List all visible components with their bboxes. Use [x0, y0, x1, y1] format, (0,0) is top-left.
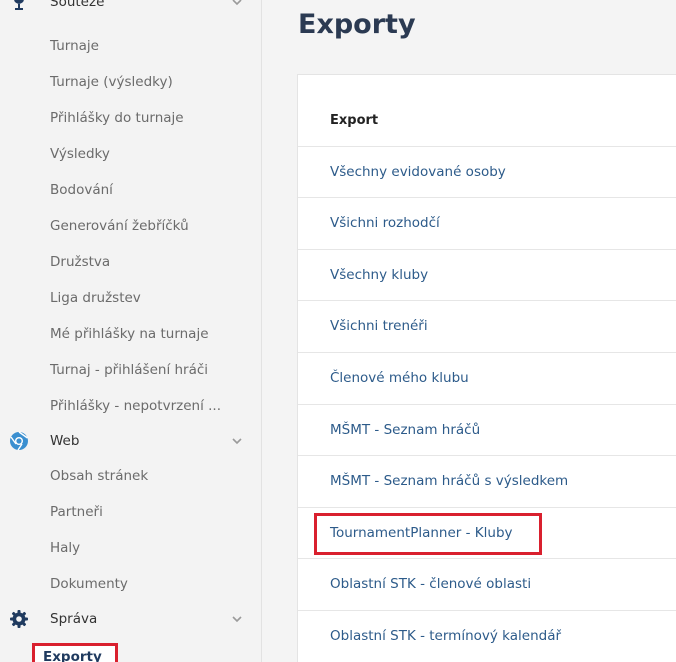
- sidebar-item-exports[interactable]: Exporty: [32, 643, 118, 662]
- sidebar-section-web[interactable]: Web: [0, 429, 262, 453]
- app-window: Soutěže Turnaje Turnaje (výsledky) Přihl…: [0, 0, 676, 662]
- sidebar-item-tournament-entries[interactable]: Přihlášky do turnaje: [50, 109, 184, 127]
- export-link-regional-members[interactable]: Oblastní STK - členové oblasti: [330, 575, 531, 593]
- sidebar-section-admin[interactable]: Správa: [0, 607, 262, 631]
- sidebar-item-team-league[interactable]: Liga družstev: [50, 289, 141, 307]
- export-link-all-clubs[interactable]: Všechny kluby: [330, 266, 428, 284]
- sidebar-section-competitions[interactable]: Soutěže: [0, 0, 262, 14]
- table-row: Členové mého klubu: [298, 352, 676, 403]
- table-row: Všechny evidované osoby: [298, 146, 676, 197]
- sidebar-section-label: Soutěže: [50, 0, 105, 10]
- sidebar-item-scoring[interactable]: Bodování: [50, 181, 113, 199]
- sidebar-item-documents[interactable]: Dokumenty: [50, 575, 128, 593]
- export-link-all-referees[interactable]: Všichni rozhodčí: [330, 214, 440, 232]
- table-row: MŠMT - Seznam hráčů s výsledkem: [298, 455, 676, 506]
- trophy-icon: [14, 0, 24, 10]
- sidebar-item-ranking-generation[interactable]: Generování žebříčků: [50, 217, 189, 235]
- sidebar-item-page-content[interactable]: Obsah stránek: [50, 467, 148, 485]
- table-row: Oblastní STK - termínový kalendář: [298, 610, 676, 661]
- sidebar-item-halls[interactable]: Haly: [50, 539, 80, 557]
- sidebar-item-partners[interactable]: Partneři: [50, 503, 103, 521]
- table-row: Všichni trenéři: [298, 300, 676, 351]
- sidebar-item-results[interactable]: Výsledky: [50, 145, 110, 163]
- exports-table: Export Všechny evidované osoby Všichni r…: [297, 74, 676, 662]
- sidebar-item-registered-players[interactable]: Turnaj - přihlášení hráči: [50, 361, 208, 379]
- export-link-regional-calendar[interactable]: Oblastní STK - termínový kalendář: [330, 627, 561, 645]
- sidebar: Soutěže Turnaje Turnaje (výsledky) Přihl…: [0, 0, 262, 662]
- sidebar-item-label: Exporty: [43, 649, 102, 662]
- chevron-down-icon: [232, 438, 242, 445]
- gear-icon: [10, 610, 28, 628]
- main-content: Exporty Export Všechny evidované osoby V…: [262, 0, 676, 662]
- sidebar-item-teams[interactable]: Družstva: [50, 253, 110, 271]
- web-icon: [10, 431, 28, 451]
- sidebar-section-label: Správa: [50, 611, 98, 627]
- export-link-all-persons[interactable]: Všechny evidované osoby: [330, 163, 506, 181]
- sidebar-item-my-entries[interactable]: Mé přihlášky na turnaje: [50, 325, 209, 343]
- sidebar-item-tournaments[interactable]: Turnaje: [50, 37, 99, 55]
- export-link-msmt-players[interactable]: MŠMT - Seznam hráčů: [330, 421, 480, 439]
- sidebar-item-unconfirmed-entries[interactable]: Přihlášky - nepotvrzení ...: [50, 397, 221, 415]
- sidebar-section-label: Web: [50, 433, 80, 449]
- table-header-export: Export: [330, 113, 379, 128]
- highlight-box: [314, 513, 542, 555]
- chevron-down-icon: [232, 616, 242, 623]
- export-link-my-club-members[interactable]: Členové mého klubu: [330, 369, 469, 387]
- page-title: Exporty: [298, 9, 416, 40]
- export-link-msmt-players-results[interactable]: MŠMT - Seznam hráčů s výsledkem: [330, 472, 568, 490]
- table-row: Oblastní STK - členové oblasti: [298, 558, 676, 609]
- sidebar-item-tournament-results[interactable]: Turnaje (výsledky): [50, 73, 173, 91]
- table-row: Všechny kluby: [298, 249, 676, 300]
- table-row: MŠMT - Seznam hráčů: [298, 404, 676, 455]
- chevron-down-icon: [232, 0, 242, 6]
- table-row: Všichni rozhodčí: [298, 197, 676, 248]
- export-link-all-coaches[interactable]: Všichni trenéři: [330, 317, 428, 335]
